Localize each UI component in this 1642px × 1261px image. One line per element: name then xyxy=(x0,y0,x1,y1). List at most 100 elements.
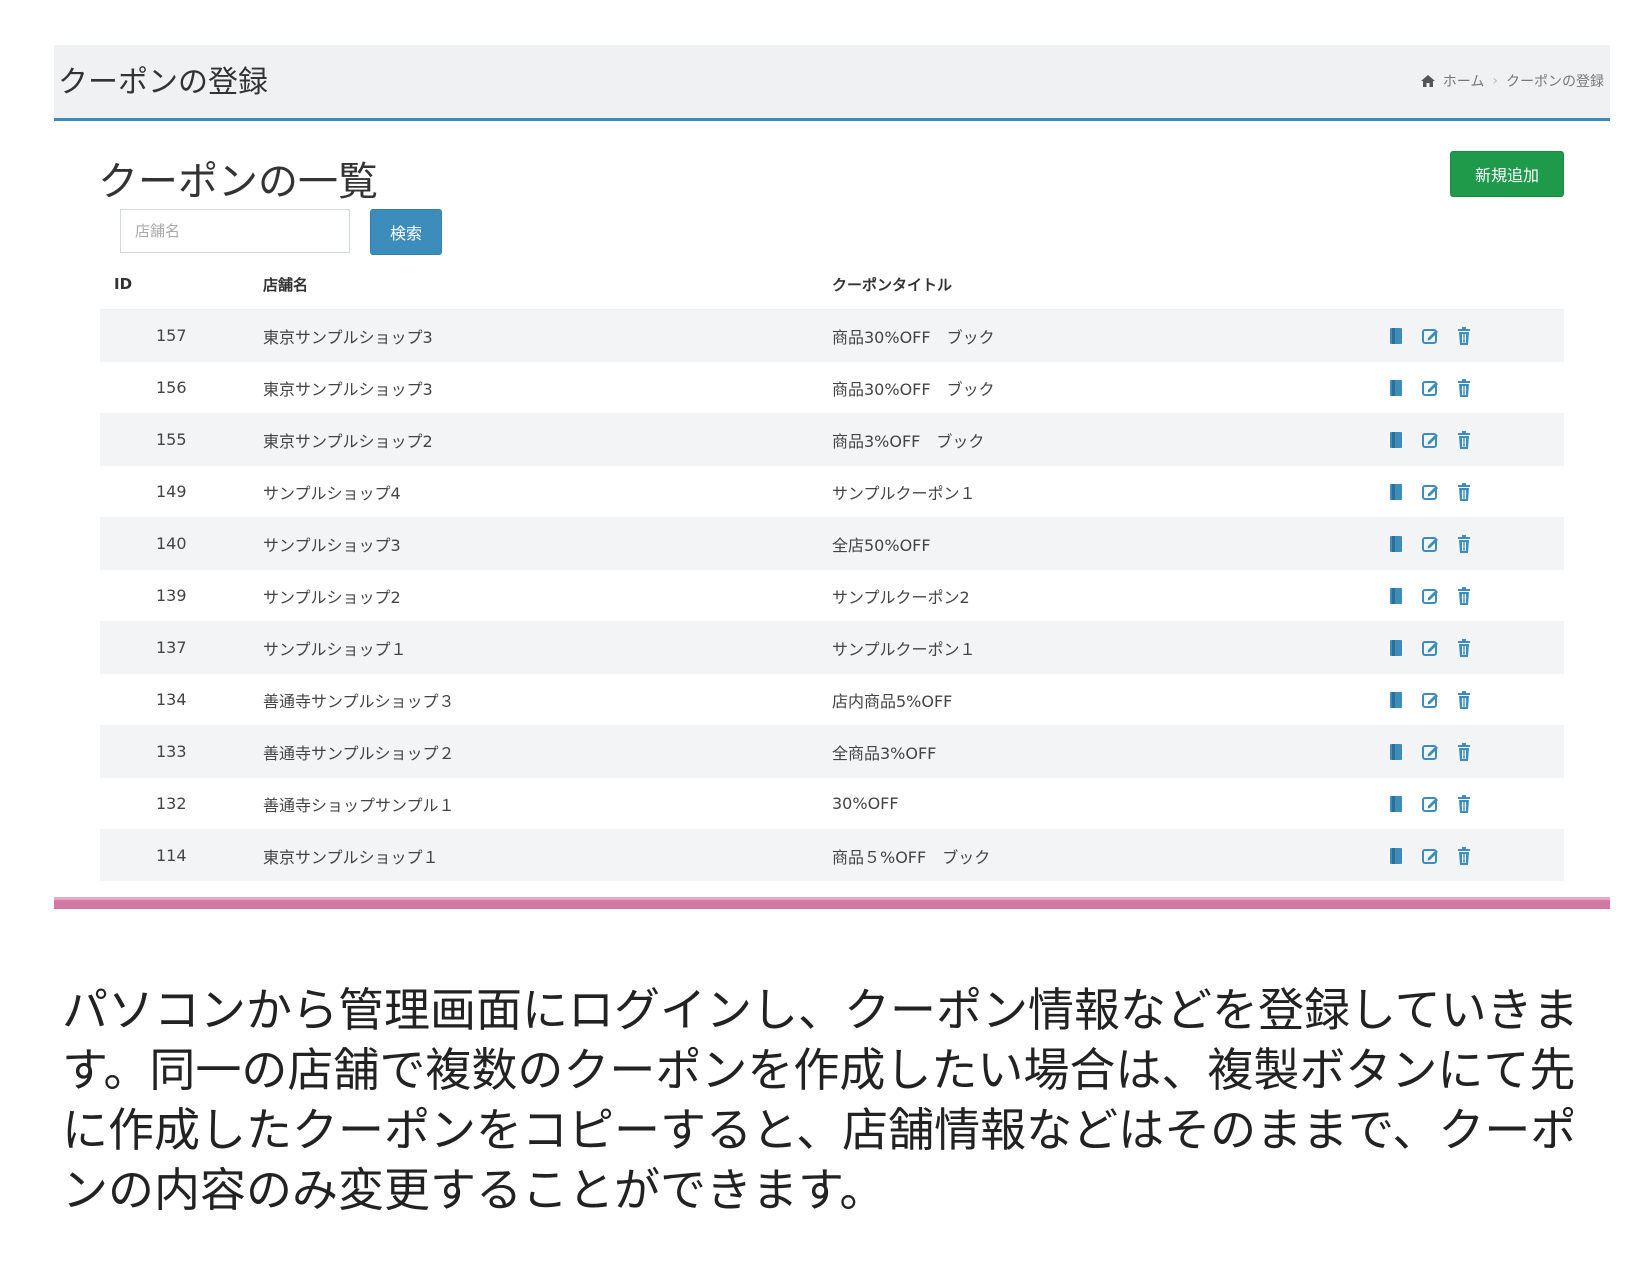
row-actions xyxy=(1371,517,1564,570)
edit-icon[interactable] xyxy=(1420,482,1440,502)
page-title: クーポンの登録 xyxy=(58,65,268,100)
trash-icon[interactable] xyxy=(1454,690,1474,710)
table-row: 132 善通寺ショップサンプル１ 30%OFF xyxy=(100,777,1564,830)
table-row: 140 サンプルショップ3 全店50%OFF xyxy=(100,517,1564,570)
row-id: 156 xyxy=(100,361,251,414)
main-content: クーポンの一覧 新規追加 検索 ID 店舗名 クーポンタイトル 157 東京サン… xyxy=(54,121,1610,909)
table-row: 137 サンプルショップ１ サンプルクーポン１ xyxy=(100,621,1564,674)
trash-icon[interactable] xyxy=(1454,586,1474,606)
row-shop-name: 善通寺ショップサンプル１ xyxy=(251,777,820,830)
copy-icon[interactable] xyxy=(1386,638,1406,658)
row-coupon-title: サンプルクーポン１ xyxy=(820,621,1371,674)
page-header: クーポンの登録 ホーム › クーポンの登録 xyxy=(54,45,1610,121)
copy-icon[interactable] xyxy=(1386,586,1406,606)
row-coupon-title: 商品3%OFF ブック xyxy=(820,413,1371,466)
edit-icon[interactable] xyxy=(1420,638,1440,658)
breadcrumb-current: クーポンの登録 xyxy=(1506,74,1604,90)
trash-icon[interactable] xyxy=(1454,430,1474,450)
row-shop-name: 東京サンプルショップ3 xyxy=(251,309,820,362)
edit-icon[interactable] xyxy=(1420,586,1440,606)
row-actions xyxy=(1371,673,1564,726)
row-coupon-title: 商品５%OFF ブック xyxy=(820,829,1371,881)
header-coupon-title: クーポンタイトル xyxy=(820,259,1371,310)
edit-icon[interactable] xyxy=(1420,690,1440,710)
table-header-row: ID 店舗名 クーポンタイトル xyxy=(100,259,1564,310)
row-coupon-title: サンプルクーポン１ xyxy=(820,465,1371,518)
coupon-table: ID 店舗名 クーポンタイトル 157 東京サンプルショップ3 商品30%OFF… xyxy=(100,259,1564,881)
trash-icon[interactable] xyxy=(1454,482,1474,502)
copy-icon[interactable] xyxy=(1386,794,1406,814)
row-id: 134 xyxy=(100,673,251,726)
trash-icon[interactable] xyxy=(1454,326,1474,346)
row-coupon-title: 商品30%OFF ブック xyxy=(820,361,1371,414)
add-new-button[interactable]: 新規追加 xyxy=(1450,151,1564,197)
breadcrumb-home-link[interactable]: ホーム xyxy=(1443,71,1485,91)
row-actions xyxy=(1371,725,1564,778)
edit-icon[interactable] xyxy=(1420,430,1440,450)
copy-icon[interactable] xyxy=(1386,430,1406,450)
trash-icon[interactable] xyxy=(1454,742,1474,762)
row-actions xyxy=(1371,569,1564,622)
table-row: 156 東京サンプルショップ3 商品30%OFF ブック xyxy=(100,361,1564,414)
row-actions xyxy=(1371,361,1564,414)
row-actions xyxy=(1371,777,1564,830)
trash-icon[interactable] xyxy=(1454,638,1474,658)
edit-icon[interactable] xyxy=(1420,742,1440,762)
row-coupon-title: 商品30%OFF ブック xyxy=(820,309,1371,362)
row-shop-name: サンプルショップ4 xyxy=(251,465,820,518)
table-row: 139 サンプルショップ2 サンプルクーポン2 xyxy=(100,569,1564,622)
row-id: 133 xyxy=(100,725,251,778)
header-id: ID xyxy=(100,259,251,310)
row-shop-name: サンプルショップ１ xyxy=(251,621,820,674)
row-actions xyxy=(1371,309,1564,362)
edit-icon[interactable] xyxy=(1420,326,1440,346)
edit-icon[interactable] xyxy=(1420,378,1440,398)
row-id: 137 xyxy=(100,621,251,674)
row-actions xyxy=(1371,621,1564,674)
table-row: 155 東京サンプルショップ2 商品3%OFF ブック xyxy=(100,413,1564,466)
table-body: 157 東京サンプルショップ3 商品30%OFF ブック 156 東京サンプルシ… xyxy=(100,309,1564,881)
row-shop-name: 東京サンプルショップ１ xyxy=(251,829,820,881)
shop-search-input[interactable] xyxy=(120,209,350,253)
table-row: 134 善通寺サンプルショップ３ 店内商品5%OFF xyxy=(100,673,1564,726)
row-shop-name: サンプルショップ3 xyxy=(251,517,820,570)
table-row: 149 サンプルショップ4 サンプルクーポン１ xyxy=(100,465,1564,518)
row-id: 140 xyxy=(100,517,251,570)
copy-icon[interactable] xyxy=(1386,742,1406,762)
table-row: 133 善通寺サンプルショップ２ 全商品3%OFF xyxy=(100,725,1564,778)
copy-icon[interactable] xyxy=(1386,534,1406,554)
copy-icon[interactable] xyxy=(1386,378,1406,398)
row-id: 157 xyxy=(100,309,251,362)
row-actions xyxy=(1371,413,1564,466)
row-coupon-title: 店内商品5%OFF xyxy=(820,673,1371,726)
search-button[interactable]: 検索 xyxy=(370,209,442,255)
row-coupon-title: サンプルクーポン2 xyxy=(820,569,1371,622)
trash-icon[interactable] xyxy=(1454,534,1474,554)
list-title: クーポンの一覧 xyxy=(98,159,378,205)
header-shop-name: 店舗名 xyxy=(251,259,820,310)
header-actions xyxy=(1371,259,1564,310)
row-shop-name: 東京サンプルショップ3 xyxy=(251,361,820,414)
copy-icon[interactable] xyxy=(1386,326,1406,346)
copy-icon[interactable] xyxy=(1386,482,1406,502)
row-shop-name: 善通寺サンプルショップ２ xyxy=(251,725,820,778)
admin-screenshot: クーポンの登録 ホーム › クーポンの登録 クーポンの一覧 新規追加 検索 ID… xyxy=(54,45,1610,921)
row-shop-name: サンプルショップ2 xyxy=(251,569,820,622)
edit-icon[interactable] xyxy=(1420,794,1440,814)
edit-icon[interactable] xyxy=(1420,846,1440,866)
trash-icon[interactable] xyxy=(1454,846,1474,866)
edit-icon[interactable] xyxy=(1420,534,1440,554)
copy-icon[interactable] xyxy=(1386,690,1406,710)
copy-icon[interactable] xyxy=(1386,846,1406,866)
trash-icon[interactable] xyxy=(1454,794,1474,814)
row-coupon-title: 30%OFF xyxy=(820,777,1371,830)
row-id: 114 xyxy=(100,829,251,881)
home-icon[interactable] xyxy=(1420,75,1435,87)
row-id: 155 xyxy=(100,413,251,466)
trash-icon[interactable] xyxy=(1454,378,1474,398)
table-row: 114 東京サンプルショップ１ 商品５%OFF ブック xyxy=(100,829,1564,881)
breadcrumb-separator: › xyxy=(1492,73,1498,89)
caption-text: パソコンから管理画面にログインし、クーポン情報などを登録していきます。同一の店舗… xyxy=(62,983,1579,1217)
row-id: 132 xyxy=(100,777,251,830)
row-actions xyxy=(1371,465,1564,518)
